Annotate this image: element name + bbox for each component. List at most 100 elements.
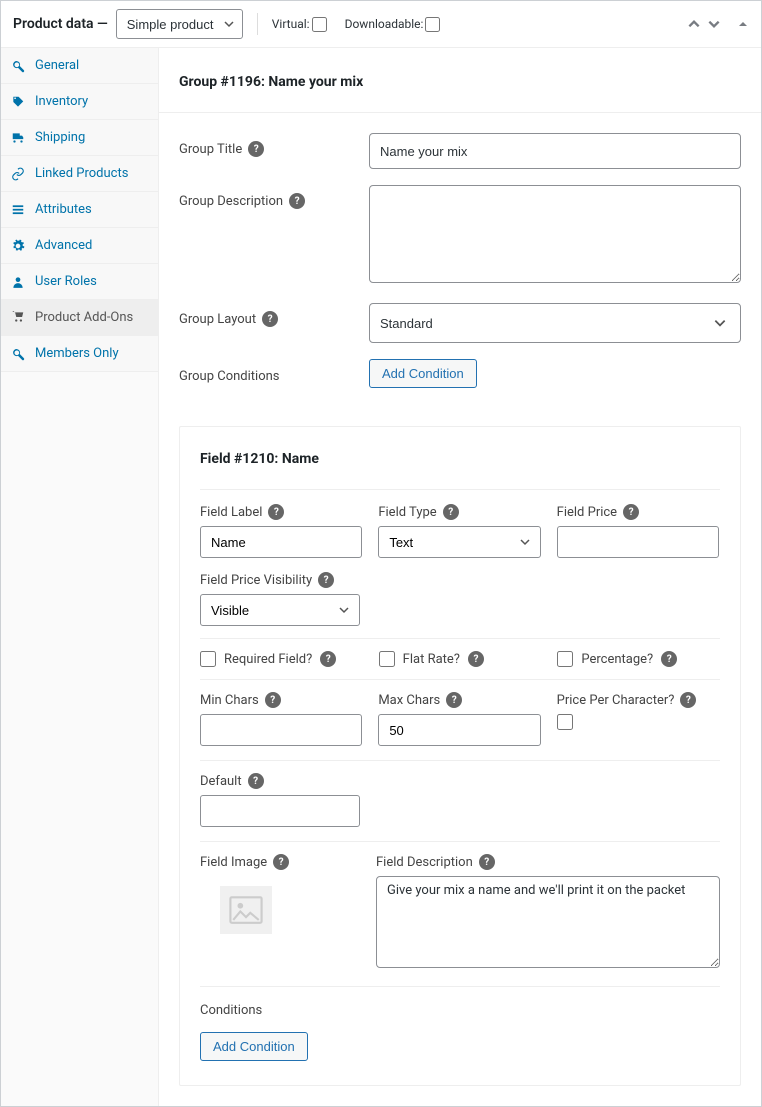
field-image-label: Field Image xyxy=(200,855,267,870)
group-layout-label: Group Layout xyxy=(179,312,256,327)
percentage-checkbox[interactable] xyxy=(557,651,573,667)
max-chars-input[interactable] xyxy=(378,714,540,746)
max-chars-label: Max Chars xyxy=(378,693,440,708)
field-price-visibility-label: Field Price Visibility xyxy=(200,573,312,588)
virtual-checkbox[interactable] xyxy=(312,17,327,32)
product-type-select[interactable]: Simple product xyxy=(116,9,243,39)
group-description-input[interactable] xyxy=(369,185,741,283)
downloadable-checkbox[interactable] xyxy=(425,17,440,32)
group-header: Group #1196: Name your mix xyxy=(159,48,761,113)
field-card-title: Field #1210: Name xyxy=(200,451,720,490)
min-chars-label: Min Chars xyxy=(200,693,259,708)
field-conditions-label: Conditions xyxy=(200,1003,720,1018)
cart-icon xyxy=(11,310,27,324)
help-icon[interactable]: ? xyxy=(443,504,459,520)
group-layout-select[interactable]: Standard xyxy=(369,303,741,343)
field-card: Field #1210: Name Field Label ? Field Ty… xyxy=(179,426,741,1086)
field-type-select[interactable]: Text xyxy=(378,526,540,558)
group-title-input[interactable] xyxy=(369,133,741,169)
help-icon[interactable]: ? xyxy=(320,651,336,667)
virtual-checkbox-label[interactable]: Virtual: xyxy=(272,17,327,32)
sidebar-item-attributes[interactable]: Attributes xyxy=(1,192,158,228)
image-placeholder-icon[interactable] xyxy=(220,886,272,934)
help-icon[interactable]: ? xyxy=(248,141,264,157)
gear-icon xyxy=(11,239,27,253)
expand-up-icon[interactable] xyxy=(687,17,701,31)
sidebar-item-product-addons[interactable]: Product Add-Ons xyxy=(1,300,158,336)
divider xyxy=(200,986,720,987)
percentage-label: Percentage? xyxy=(581,652,653,667)
add-field-condition-button[interactable]: Add Condition xyxy=(200,1032,308,1061)
sidebar-item-label: General xyxy=(35,58,79,73)
expand-down-icon[interactable] xyxy=(707,17,721,31)
ppc-label: Price Per Character? xyxy=(557,693,675,708)
sidebar-item-label: User Roles xyxy=(35,274,97,289)
sidebar-item-label: Attributes xyxy=(35,202,92,217)
sidebar-item-shipping[interactable]: Shipping xyxy=(1,120,158,156)
truck-icon xyxy=(11,131,27,145)
sidebar: General Inventory Shipping Linked Produc… xyxy=(1,48,159,1106)
field-label-label: Field Label xyxy=(200,505,262,520)
divider xyxy=(200,638,720,639)
field-description-input[interactable] xyxy=(376,876,720,968)
help-icon[interactable]: ? xyxy=(262,311,278,327)
help-icon[interactable]: ? xyxy=(265,692,281,708)
field-price-label: Field Price xyxy=(557,505,617,520)
group-conditions-label: Group Conditions xyxy=(179,369,280,384)
sidebar-item-user-roles[interactable]: User Roles xyxy=(1,264,158,300)
collapse-panel-icon[interactable] xyxy=(737,18,749,30)
link-icon xyxy=(11,167,27,181)
help-icon[interactable]: ? xyxy=(661,651,677,667)
sidebar-item-linked-products[interactable]: Linked Products xyxy=(1,156,158,192)
sidebar-item-label: Advanced xyxy=(35,238,92,253)
user-icon xyxy=(11,275,27,289)
panel-header: Product data — Simple product Virtual: D… xyxy=(1,1,761,48)
help-icon[interactable]: ? xyxy=(248,773,264,789)
default-input[interactable] xyxy=(200,795,360,827)
required-field-checkbox[interactable] xyxy=(200,651,216,667)
wrench-icon xyxy=(11,347,27,361)
wrench-icon xyxy=(11,59,27,73)
sidebar-item-label: Inventory xyxy=(35,94,88,109)
field-price-input[interactable] xyxy=(557,526,719,558)
downloadable-checkbox-label[interactable]: Downloadable: xyxy=(345,17,441,32)
tag-icon xyxy=(11,95,27,109)
group-description-label: Group Description xyxy=(179,194,283,209)
sidebar-item-label: Shipping xyxy=(35,130,85,145)
content-area: Group #1196: Name your mix Group Title ?… xyxy=(159,48,761,1106)
field-type-label: Field Type xyxy=(378,505,436,520)
help-icon[interactable]: ? xyxy=(468,651,484,667)
help-icon[interactable]: ? xyxy=(273,854,289,870)
field-description-label: Field Description xyxy=(376,855,473,870)
sidebar-item-inventory[interactable]: Inventory xyxy=(1,84,158,120)
list-icon xyxy=(11,203,27,217)
help-icon[interactable]: ? xyxy=(680,692,696,708)
field-price-visibility-select[interactable]: Visible xyxy=(200,594,360,626)
sidebar-item-members-only[interactable]: Members Only xyxy=(1,336,158,372)
required-field-label: Required Field? xyxy=(224,652,312,667)
help-icon[interactable]: ? xyxy=(289,193,305,209)
panel-title: Product data — xyxy=(13,16,108,32)
ppc-checkbox[interactable] xyxy=(557,714,573,730)
divider xyxy=(257,13,258,35)
flat-rate-checkbox[interactable] xyxy=(379,651,395,667)
field-label-input[interactable] xyxy=(200,526,362,558)
divider xyxy=(200,679,720,680)
group-title-label: Group Title xyxy=(179,142,242,157)
help-icon[interactable]: ? xyxy=(446,692,462,708)
sidebar-item-label: Linked Products xyxy=(35,166,128,181)
sidebar-item-label: Members Only xyxy=(35,346,119,361)
help-icon[interactable]: ? xyxy=(479,854,495,870)
divider xyxy=(200,841,720,842)
sidebar-item-advanced[interactable]: Advanced xyxy=(1,228,158,264)
sidebar-item-label: Product Add-Ons xyxy=(35,310,133,325)
help-icon[interactable]: ? xyxy=(318,572,334,588)
flat-rate-label: Flat Rate? xyxy=(403,652,460,667)
add-group-condition-button[interactable]: Add Condition xyxy=(369,359,477,388)
help-icon[interactable]: ? xyxy=(268,504,284,520)
min-chars-input[interactable] xyxy=(200,714,362,746)
divider xyxy=(200,760,720,761)
sidebar-item-general[interactable]: General xyxy=(1,48,158,84)
help-icon[interactable]: ? xyxy=(623,504,639,520)
default-label: Default xyxy=(200,774,242,789)
